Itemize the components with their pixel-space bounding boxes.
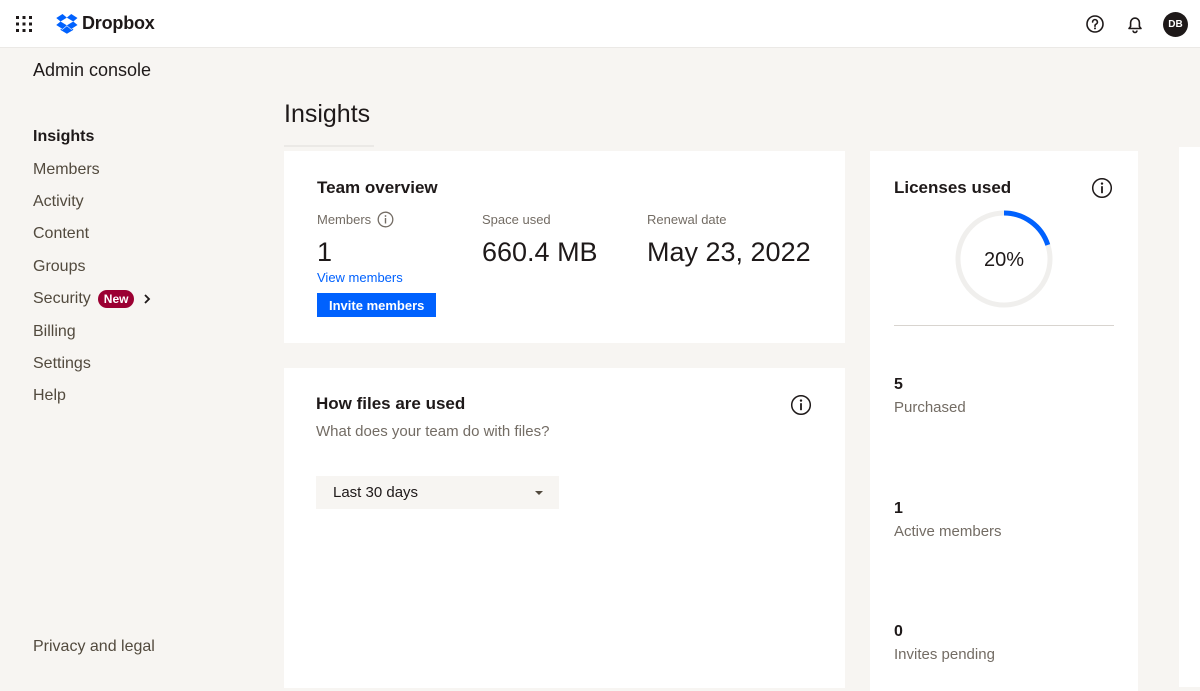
sidebar-item-label: Members (33, 160, 100, 178)
licenses-divider (894, 325, 1114, 326)
sidebar-nav: Insights Members Activity Content Groups… (33, 121, 153, 413)
brand-name: Dropbox (82, 13, 155, 33)
licenses-title: Licenses used (894, 178, 1012, 197)
sidebar-item-label: Help (33, 387, 66, 405)
privacy-legal-link[interactable]: Privacy and legal (33, 638, 155, 656)
renewal-date-label: Renewal date (647, 212, 727, 227)
sidebar-item-label: Content (33, 225, 90, 243)
info-icon[interactable] (377, 211, 394, 228)
avatar[interactable]: DB (1163, 12, 1188, 37)
page-title: Insights (284, 100, 371, 128)
invites-pending-label: Invites pending (894, 646, 995, 663)
sidebar-item-label: Security (33, 290, 91, 308)
sidebar-item-billing[interactable]: Billing (33, 315, 153, 347)
sidebar-item-label: Settings (33, 354, 91, 372)
active-members-label: Active members (894, 523, 1002, 540)
purchased-value: 5 (894, 376, 903, 393)
licenses-percent: 20% (983, 249, 1025, 271)
view-members-link[interactable]: View members (317, 270, 403, 285)
members-value: 1 (317, 237, 333, 267)
members-label: Members (317, 211, 394, 228)
sidebar-item-content[interactable]: Content (33, 218, 153, 250)
sidebar-item-label: Activity (33, 192, 84, 210)
renewal-date-value: May 23, 2022 (647, 237, 811, 267)
space-used-value: 660.4 MB (482, 237, 598, 267)
team-overview-title: Team overview (317, 178, 438, 197)
title-divider (284, 145, 374, 147)
admin-console-title: Admin console (33, 60, 152, 80)
sidebar-item-insights[interactable]: Insights (33, 121, 153, 153)
sidebar-item-security[interactable]: Security New (33, 283, 153, 315)
chevron-right-icon[interactable] (141, 293, 153, 305)
active-members-value: 1 (894, 500, 903, 517)
files-usage-title: How files are used (316, 394, 466, 413)
sidebar-item-activity[interactable]: Activity (33, 186, 153, 218)
licenses-card: Licenses used 20% 5 Purchased 1 Active m… (870, 151, 1138, 691)
space-used-label: Space used (482, 212, 551, 227)
sidebar-item-groups[interactable]: Groups (33, 251, 153, 283)
info-icon[interactable] (790, 394, 812, 416)
date-range-value: Last 30 days (333, 484, 419, 501)
invites-pending-value: 0 (894, 623, 903, 640)
dropbox-logo[interactable]: Dropbox (56, 13, 155, 34)
sidebar-item-settings[interactable]: Settings (33, 348, 153, 380)
members-label-text: Members (317, 212, 372, 227)
sidebar-item-label: Billing (33, 322, 76, 340)
dropbox-logo-icon (56, 13, 78, 34)
sidebar-item-help[interactable]: Help (33, 380, 153, 412)
date-range-select[interactable]: Last 30 days (316, 476, 559, 509)
bell-icon[interactable] (1124, 13, 1146, 35)
files-usage-card: How files are used What does your team d… (284, 368, 845, 688)
new-badge: New (97, 290, 135, 309)
files-usage-subtitle: What does your team do with files? (316, 423, 550, 440)
sidebar-item-label: Groups (33, 257, 86, 275)
purchased-label: Purchased (894, 399, 966, 416)
help-icon[interactable] (1084, 13, 1106, 35)
offscreen-card-edge (1179, 147, 1200, 687)
info-icon[interactable] (1091, 177, 1113, 199)
team-overview-card: Team overview Members 1 View members Inv… (284, 151, 845, 343)
sidebar-item-members[interactable]: Members (33, 153, 153, 185)
top-bar: Dropbox DB (0, 0, 1200, 48)
apps-grid-icon[interactable] (16, 16, 32, 32)
invite-members-button[interactable]: Invite members (317, 293, 437, 317)
caret-down-icon (535, 491, 543, 495)
sidebar-item-label: Insights (33, 128, 95, 146)
